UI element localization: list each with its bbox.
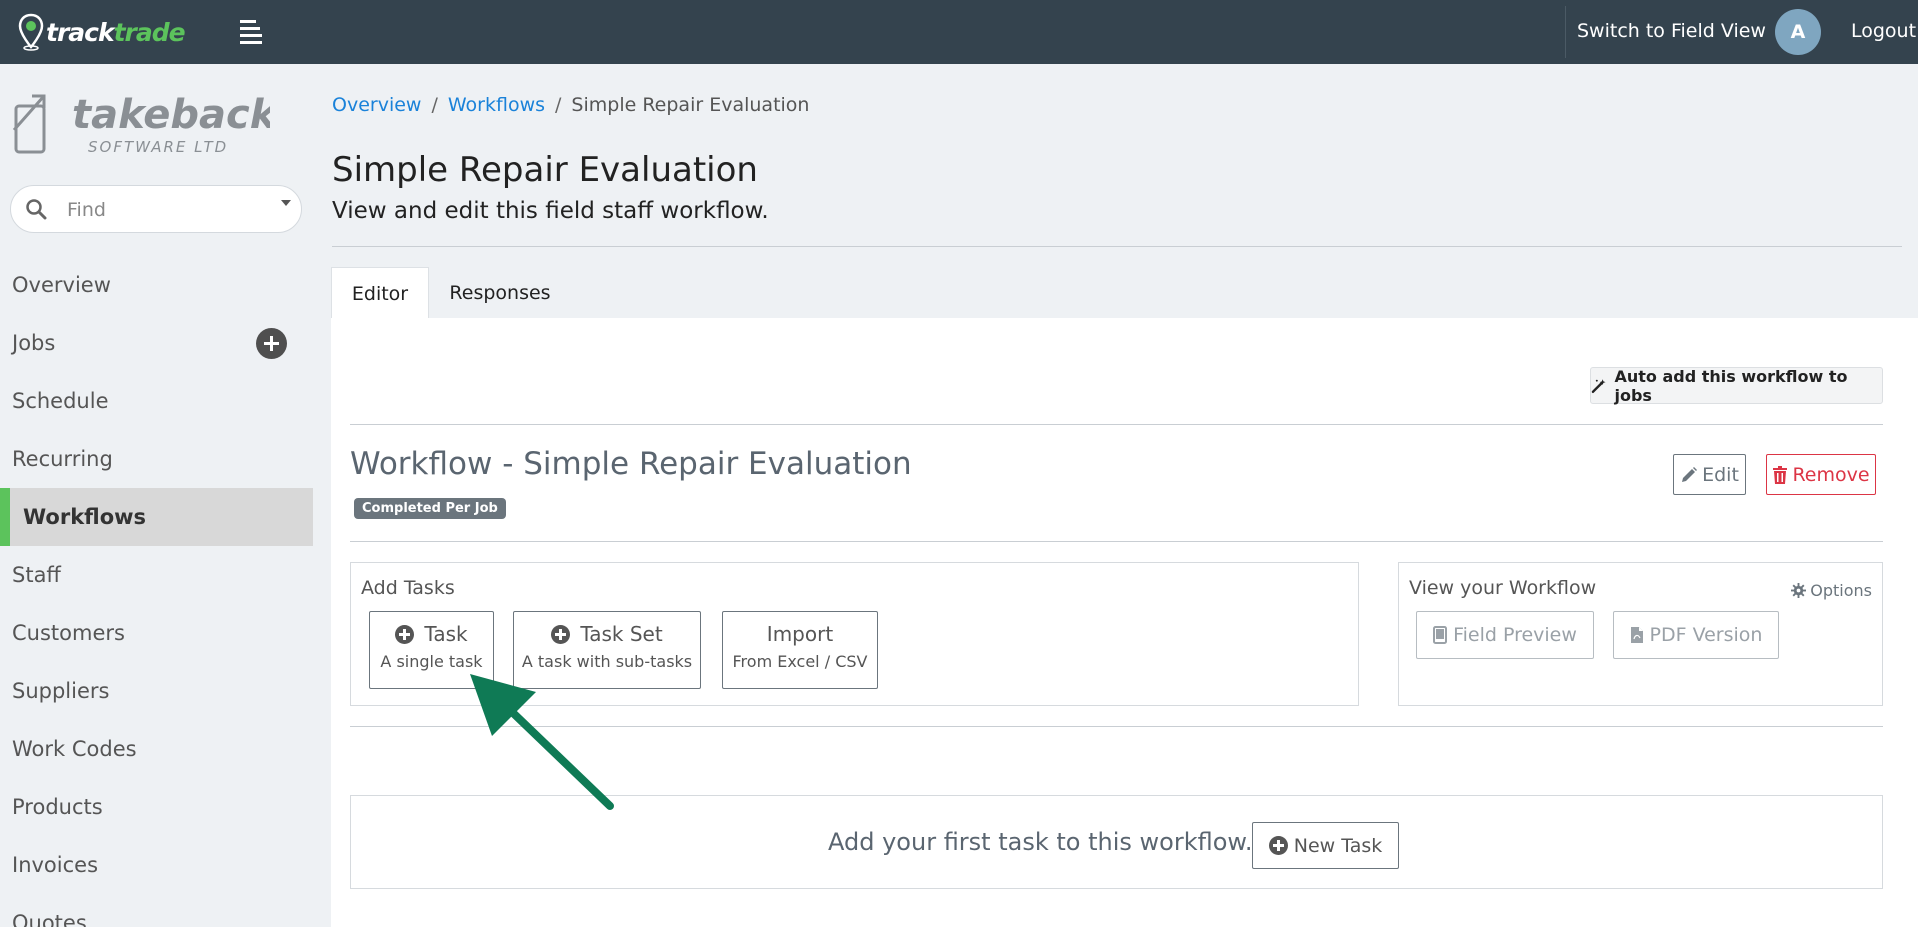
sidebar-item-label: Products (12, 795, 103, 819)
breadcrumb-overview-link[interactable]: Overview (332, 94, 421, 116)
sidebar: takeback SOFTWARE LTD Overview Jobs Sche… (0, 64, 313, 927)
top-bar: track trade Switch to Field View A Logout (0, 0, 1918, 64)
pencil-icon (1682, 466, 1698, 482)
task-set-button-title: Task Set (580, 622, 663, 646)
chevron-down-icon[interactable] (281, 200, 291, 206)
search-box[interactable] (10, 185, 302, 233)
logo-text-trade: trade (113, 17, 186, 47)
sidebar-item-work-codes[interactable]: Work Codes (0, 720, 313, 778)
divider (350, 424, 1883, 425)
topbar-divider (1565, 6, 1566, 58)
plus-circle-icon (395, 624, 415, 644)
sidebar-item-quotes[interactable]: Quotes (0, 894, 313, 927)
task-button-title: Task (424, 622, 468, 646)
auto-add-workflow-button[interactable]: Auto add this workflow to jobs (1590, 366, 1883, 405)
sidebar-item-label: Customers (12, 621, 125, 645)
empty-state-text: Add your first task to this workflow. (828, 828, 1253, 856)
search-icon (26, 199, 47, 220)
sidebar-item-label: Overview (12, 273, 111, 297)
sidebar-item-customers[interactable]: Customers (0, 604, 313, 662)
pdf-version-label: PDF Version (1649, 624, 1763, 646)
task-set-button-subtitle: A task with sub-tasks (521, 652, 693, 671)
breadcrumb: Overview / Workflows / Simple Repair Evaluat… (332, 94, 809, 116)
sidebar-item-label: Jobs (12, 331, 56, 355)
tablet-icon (1433, 626, 1448, 644)
sidebar-item-workflows[interactable]: Workflows (0, 488, 313, 546)
breadcrumb-workflows-link[interactable]: Workflows (448, 94, 545, 116)
field-preview-label: Field Preview (1453, 624, 1577, 646)
import-button-subtitle: From Excel / CSV (732, 652, 868, 671)
sidebar-item-staff[interactable]: Staff (0, 546, 313, 604)
breadcrumb-separator: / (431, 94, 438, 116)
trash-icon (1773, 465, 1788, 484)
plus-circle-icon (551, 624, 571, 644)
auto-add-label: Auto add this workflow to jobs (1614, 366, 1848, 405)
tab-editor[interactable]: Editor (331, 267, 429, 319)
sidebar-item-label: Suppliers (12, 679, 110, 703)
sidebar-item-overview[interactable]: Overview (0, 256, 313, 314)
field-preview-button[interactable]: Field Preview (1416, 611, 1594, 659)
add-job-icon[interactable] (256, 328, 287, 359)
pdf-version-button[interactable]: PDF Version (1613, 611, 1779, 659)
sidebar-item-invoices[interactable]: Invoices (0, 836, 313, 894)
logo-text-track: track (46, 17, 115, 47)
sidebar-item-recurring[interactable]: Recurring (0, 430, 313, 488)
remove-button[interactable]: Remove (1766, 454, 1876, 495)
new-task-label: New Task (1293, 834, 1383, 857)
workflow-title: Workflow - Simple Repair Evaluation (350, 446, 912, 482)
view-workflow-box: View your Workflow Options Field Preview… (1398, 562, 1883, 706)
page-subtitle: View and edit this field staff workflow. (332, 198, 769, 224)
remove-label: Remove (1792, 463, 1870, 486)
import-button[interactable]: Import From Excel / CSV (722, 611, 878, 689)
tracktrade-logo[interactable]: track trade (18, 12, 186, 52)
svg-text:SOFTWARE LTD: SOFTWARE LTD (88, 138, 228, 156)
import-button-title: Import (766, 622, 834, 646)
takeback-logo: takeback SOFTWARE LTD (12, 92, 270, 156)
task-button-subtitle: A single task (380, 652, 483, 671)
sidebar-item-jobs[interactable]: Jobs (0, 314, 313, 372)
sidebar-item-suppliers[interactable]: Suppliers (0, 662, 313, 720)
sidebar-item-label: Schedule (12, 389, 109, 413)
menu-toggle-icon[interactable] (240, 20, 264, 44)
magic-wand-icon (1591, 378, 1606, 393)
sidebar-item-products[interactable]: Products (0, 778, 313, 836)
sidebar-item-label: Invoices (12, 853, 99, 877)
avatar[interactable]: A (1775, 9, 1821, 55)
add-tasks-box: Add Tasks Task A single task Task Set A … (350, 562, 1359, 706)
options-button[interactable]: Options (1791, 581, 1872, 600)
plus-circle-icon (1268, 836, 1288, 855)
page-title: Simple Repair Evaluation (332, 150, 758, 190)
new-task-button[interactable]: New Task (1252, 822, 1399, 869)
switch-field-view-link[interactable]: Switch to Field View (1577, 20, 1766, 42)
edit-button[interactable]: Edit (1673, 454, 1746, 495)
options-label: Options (1810, 581, 1872, 600)
sidebar-item-label: Staff (12, 563, 61, 587)
sidebar-item-label: Recurring (12, 447, 113, 471)
sidebar-item-label: Work Codes (12, 737, 137, 761)
divider (350, 726, 1883, 727)
divider (350, 541, 1883, 542)
add-task-button[interactable]: Task A single task (369, 611, 494, 689)
edit-label: Edit (1702, 463, 1739, 486)
add-tasks-label: Add Tasks (361, 577, 455, 599)
tab-responses[interactable]: Responses (435, 267, 565, 319)
logout-link[interactable]: Logout (1851, 20, 1916, 42)
search-input[interactable] (67, 196, 267, 224)
add-task-set-button[interactable]: Task Set A task with sub-tasks (513, 611, 701, 689)
empty-state-box: Add your first task to this workflow. Ne… (350, 795, 1883, 889)
sidebar-item-schedule[interactable]: Schedule (0, 372, 313, 430)
sidebar-item-label: Quotes (12, 911, 87, 927)
status-badge: Completed Per Job (354, 498, 506, 519)
sidebar-item-label: Workflows (23, 505, 147, 529)
divider (332, 246, 1902, 247)
gear-icon (1791, 583, 1807, 598)
location-pin-icon (18, 13, 44, 51)
breadcrumb-current: Simple Repair Evaluation (571, 94, 810, 116)
view-workflow-label: View your Workflow (1409, 577, 1597, 599)
pdf-file-icon (1630, 627, 1643, 643)
breadcrumb-separator: / (555, 94, 562, 116)
svg-text:takeback: takeback (72, 92, 270, 138)
